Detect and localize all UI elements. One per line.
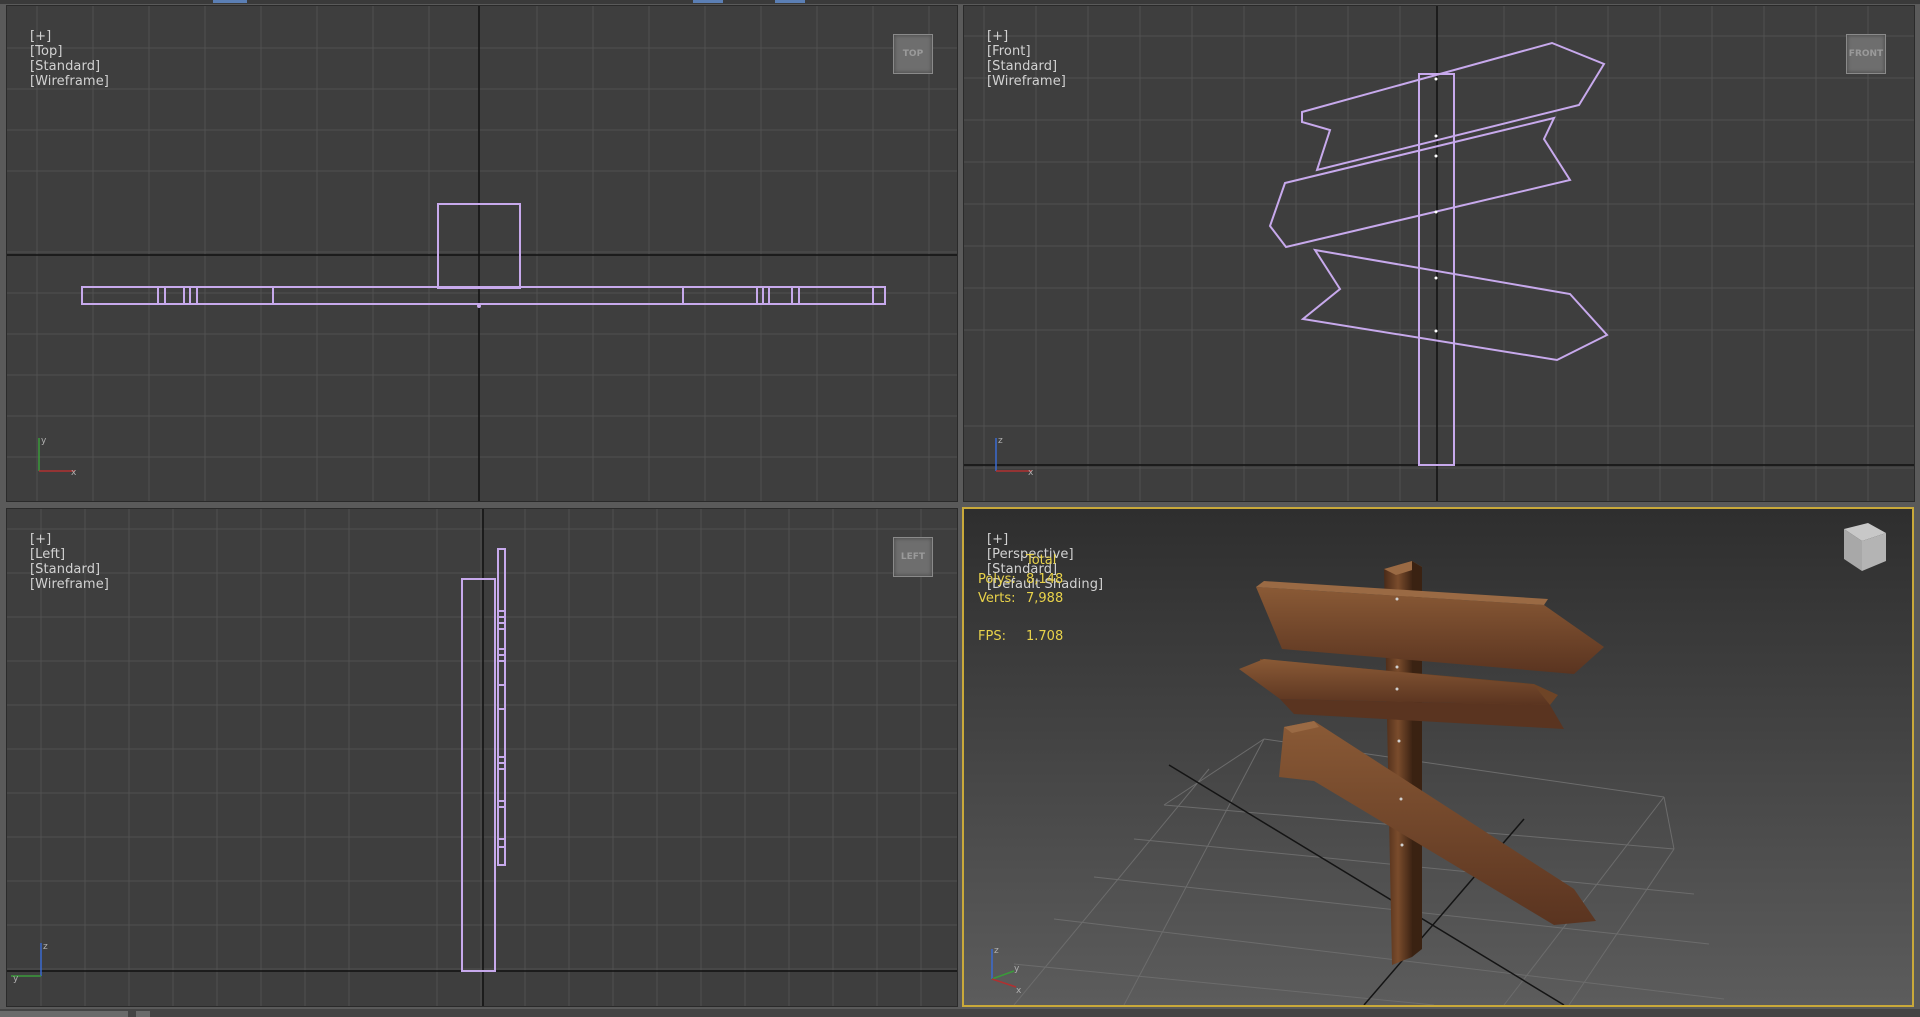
stats-polys-value: 8,148 xyxy=(1026,572,1064,587)
axis-x-label: x xyxy=(71,468,77,478)
statistics-overlay: Total Polys: 8,148 Verts: 7,988 FPS: 1.7… xyxy=(978,553,1178,644)
viewport-label: [+] [Front] [Standard] [Wireframe] xyxy=(970,14,1070,104)
axis-y-label: y xyxy=(41,436,47,446)
toolbar-highlight xyxy=(213,0,247,3)
stats-verts-value: 7,988 xyxy=(1026,591,1064,606)
viewport-standard-menu[interactable]: [Standard] xyxy=(30,59,100,74)
axis-y-label: y xyxy=(13,974,19,984)
viewport-menu-plus[interactable]: [+] xyxy=(987,29,1008,44)
stats-polys-label: Polys: xyxy=(978,572,1016,587)
viewport-standard-menu[interactable]: [Standard] xyxy=(30,562,100,577)
viewport-view-menu[interactable]: [Top] xyxy=(30,44,63,59)
viewport-shading-menu[interactable]: [Wireframe] xyxy=(30,577,109,592)
front-wireframe: z x xyxy=(964,6,1914,501)
toolbar-highlight xyxy=(693,0,723,3)
stats-header: Total xyxy=(1026,553,1057,568)
viewcube-left[interactable]: LEFT xyxy=(893,537,933,577)
axis-x-label: x xyxy=(1028,468,1034,478)
viewport-standard-menu[interactable]: [Standard] xyxy=(987,59,1057,74)
viewcube-top[interactable]: TOP xyxy=(893,34,933,74)
viewport-menu-plus[interactable]: [+] xyxy=(987,532,1008,547)
bottom-bar xyxy=(0,1009,1920,1017)
viewport-left[interactable]: z y [+] [Left] [Standard] [Wireframe] LE… xyxy=(6,508,958,1007)
top-toolbar-strip xyxy=(0,0,1920,4)
bottom-tab[interactable] xyxy=(0,1011,128,1017)
stats-verts-label: Verts: xyxy=(978,591,1016,606)
viewport-shading-menu[interactable]: [Wireframe] xyxy=(987,74,1066,89)
axis-z-label: z xyxy=(43,942,48,952)
viewport-top[interactable]: y x [+] [Top] [Standard] [Wireframe] TOP xyxy=(6,5,958,502)
viewport-view-menu[interactable]: [Front] xyxy=(987,44,1031,59)
axis-z-label: z xyxy=(994,946,999,956)
toolbar-highlight xyxy=(775,0,805,3)
viewport-shading-menu[interactable]: [Wireframe] xyxy=(30,74,109,89)
viewport-menu-plus[interactable]: [+] xyxy=(30,532,51,547)
viewport-label: [+] [Top] [Standard] [Wireframe] xyxy=(13,14,113,104)
viewport-label: [+] [Left] [Standard] [Wireframe] xyxy=(13,517,113,607)
viewport-perspective[interactable]: z x y [+] [Perspective] [Standard] [Defa… xyxy=(962,507,1914,1007)
axis-z-label: z xyxy=(998,436,1003,446)
stats-fps-label: FPS: xyxy=(978,629,1006,644)
left-wireframe: z y xyxy=(7,509,957,1006)
viewport-menu-plus[interactable]: [+] xyxy=(30,29,51,44)
viewcube-perspective[interactable] xyxy=(1844,523,1886,571)
top-wireframe: y x xyxy=(7,6,957,501)
axis-y-label: y xyxy=(1014,964,1020,974)
viewport-front[interactable]: z x [+] [Front] [Standard] [Wireframe] F… xyxy=(963,5,1915,502)
axis-x-label: x xyxy=(1016,986,1022,996)
bottom-tab-small[interactable] xyxy=(136,1011,150,1017)
viewcube-front[interactable]: FRONT xyxy=(1846,34,1886,74)
viewport-view-menu[interactable]: [Left] xyxy=(30,547,65,562)
stats-fps-value: 1.708 xyxy=(1026,629,1064,644)
